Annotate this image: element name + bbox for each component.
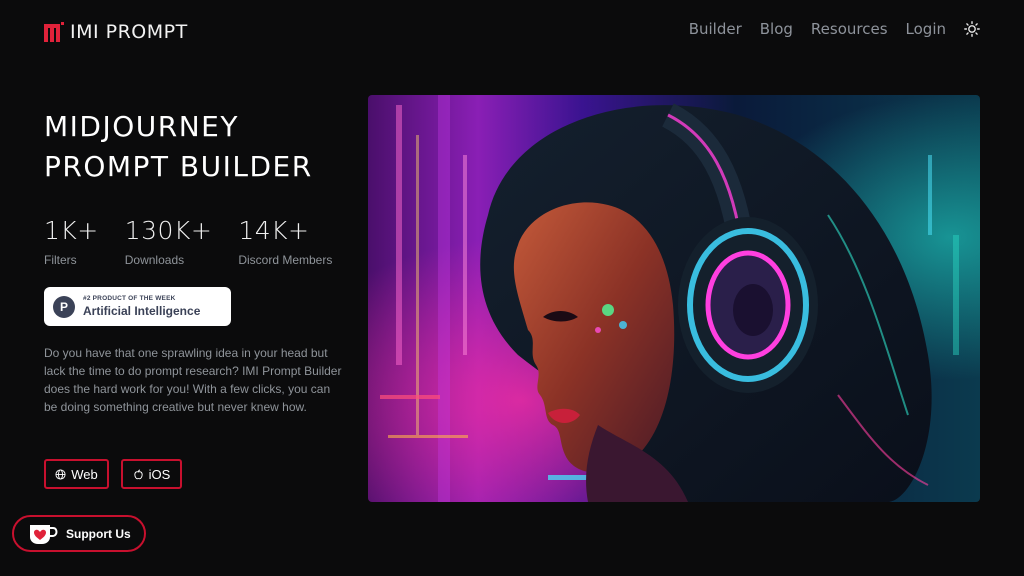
stat-value: 1K+ (44, 216, 99, 245)
ios-button-label: iOS (148, 466, 171, 482)
stat-value: 14K+ (238, 216, 310, 245)
nav-blog[interactable]: Blog (760, 20, 793, 38)
badge-subtitle: #2 PRODUCT OF THE WEEK (83, 295, 176, 302)
badge-title: Artificial Intelligence (83, 304, 201, 318)
logo-mark-icon (44, 22, 64, 42)
support-us-label: Support Us (66, 526, 131, 541)
badge-text: #2 PRODUCT OF THE WEEK Artificial Intell… (83, 295, 200, 318)
stat-label: Filters (44, 253, 77, 267)
hero-illustration (368, 95, 980, 502)
product-hunt-icon: P (53, 295, 75, 318)
hero-description: Do you have that one sprawling idea in y… (44, 346, 342, 414)
stat-downloads: 130K+ Downloads (125, 216, 213, 267)
page-title: MIDJOURNEY PROMPT BUILDER (44, 107, 344, 187)
nav-login[interactable]: Login (906, 20, 946, 38)
stat-value: 130K+ (124, 216, 213, 245)
stat-filters: 1K+ Filters (44, 216, 99, 267)
apple-icon (134, 468, 143, 479)
nav-resources[interactable]: Resources (811, 20, 888, 38)
support-us-button[interactable]: Support Us (12, 515, 146, 552)
product-hunt-badge[interactable]: P #2 PRODUCT OF THE WEEK Artificial Inte… (44, 287, 231, 326)
title-line-2: PROMPT BUILDER (44, 150, 313, 183)
sun-icon[interactable] (964, 21, 980, 37)
nav-builder[interactable]: Builder (689, 20, 742, 38)
main-nav: Builder Blog Resources Login (689, 20, 980, 38)
stats: 1K+ Filters 130K+ Downloads 14K+ Discord… (44, 216, 332, 267)
coffee-cup-icon (30, 524, 58, 544)
logo[interactable]: IMI PROMPT (44, 21, 188, 43)
hero-image (368, 95, 980, 502)
logo-text: IMI PROMPT (70, 21, 188, 43)
web-button-label: Web (71, 466, 98, 482)
stat-discord-members: 14K+ Discord Members (238, 216, 332, 267)
title-line-1: MIDJOURNEY (44, 110, 239, 143)
stat-label: Discord Members (238, 253, 333, 267)
web-button[interactable]: Web (44, 459, 109, 489)
globe-icon (55, 468, 66, 480)
ios-button[interactable]: iOS (121, 459, 182, 489)
stat-label: Downloads (124, 253, 185, 267)
